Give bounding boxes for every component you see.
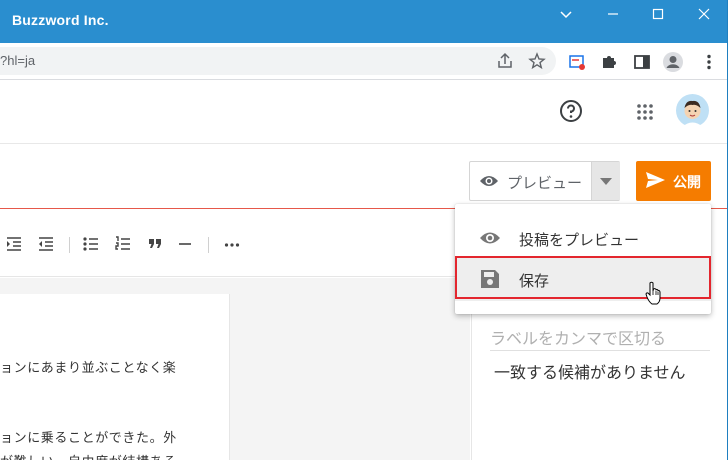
highlight-box [455, 256, 711, 299]
menu-item-label: 投稿をプレビュー [519, 232, 640, 249]
help-icon[interactable] [559, 99, 583, 123]
eye-icon [479, 173, 499, 189]
quote-icon[interactable] [148, 236, 162, 252]
url-text: ?hl=ja [0, 53, 36, 68]
extension-tab-icon[interactable] [568, 53, 586, 71]
puzzle-icon[interactable] [600, 53, 618, 71]
side-panel-icon[interactable] [633, 53, 651, 71]
publish-button[interactable]: 公開 [636, 161, 711, 201]
more-horiz-icon[interactable] [224, 236, 240, 252]
menu-item-preview-post[interactable]: 投稿をプレビュー [455, 216, 711, 260]
hand-cursor-icon [645, 281, 663, 305]
more-vert-icon[interactable] [700, 53, 718, 71]
formatting-toolbar [0, 210, 470, 277]
send-icon [645, 171, 666, 189]
browser-window: Buzzword Inc. ?hl=ja プレビュー 公開 ョンにあまり並ぶこと… [0, 0, 728, 460]
numbered-list-icon[interactable] [115, 236, 131, 252]
star-icon[interactable] [528, 52, 546, 70]
avatar[interactable] [676, 94, 709, 127]
share-icon[interactable] [496, 52, 514, 70]
indent-decrease-icon[interactable] [38, 236, 54, 252]
toolbar-divider [69, 237, 70, 253]
chevron-down-icon[interactable] [552, 8, 580, 24]
labels-input-underline [490, 350, 710, 351]
preview-dropdown-toggle[interactable] [591, 162, 620, 200]
horizontal-rule-icon[interactable] [178, 236, 192, 252]
preview-button-label: プレビュー [507, 175, 583, 192]
address-bar: ?hl=ja [0, 43, 727, 80]
window-title: Buzzword Inc. [12, 12, 109, 28]
indent-increase-icon[interactable] [6, 236, 22, 252]
body-text-line: ョンに乗ることができた。外 [0, 430, 177, 445]
body-text-line: が難しい 自由度が結構ある [0, 451, 177, 460]
app-header [0, 81, 727, 144]
preview-button[interactable]: プレビュー [469, 161, 620, 201]
minimize-icon[interactable] [599, 8, 627, 24]
body-text-line: ョンにあまり並ぶことなく楽 [0, 360, 177, 375]
url-input[interactable]: ?hl=ja [0, 47, 556, 75]
labels-input[interactable]: ラベルをカンマで区切る [490, 325, 666, 349]
title-bar: Buzzword Inc. [0, 0, 727, 43]
no-match-message: 一致する候補がありません [494, 365, 686, 382]
eye-icon [479, 227, 501, 249]
toolbar-divider [208, 237, 209, 253]
publish-button-label: 公開 [673, 174, 701, 190]
bulleted-list-icon[interactable] [83, 236, 99, 252]
apps-grid-icon[interactable] [636, 103, 654, 121]
maximize-icon[interactable] [644, 8, 672, 24]
editor-body[interactable]: ョンにあまり並ぶことなく楽 ョンに乗ることができた。外 が難しい 自由度が結構あ… [0, 294, 230, 460]
profile-icon[interactable] [662, 51, 683, 72]
close-icon[interactable] [690, 8, 718, 24]
